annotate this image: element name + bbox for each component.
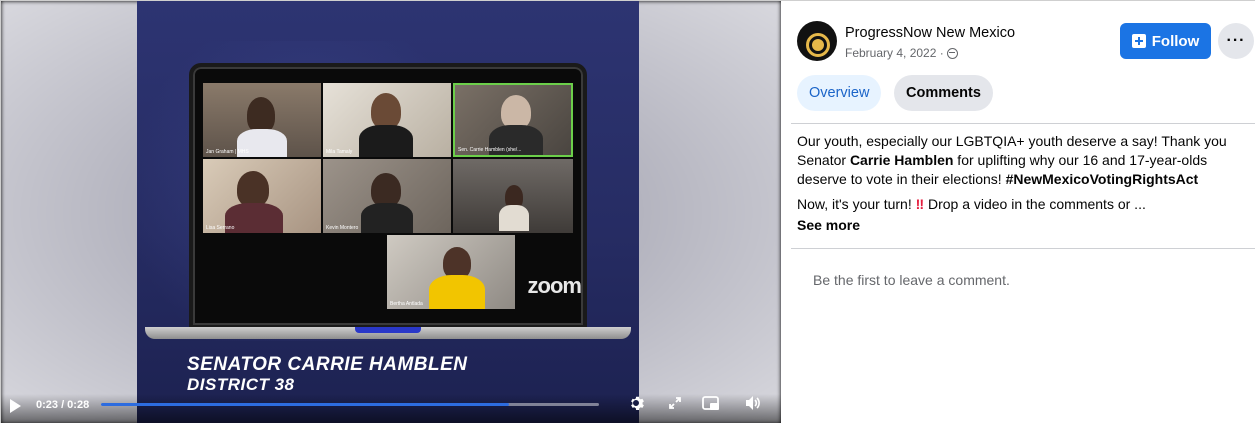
expand-icon[interactable] <box>665 393 685 413</box>
post-text-segment: Now, it's your turn! <box>797 196 916 212</box>
video-time: 0:23 / 0:28 <box>36 399 90 411</box>
participant-tile: Bertha Antlada <box>387 235 515 309</box>
participant-tile <box>453 159 573 233</box>
tab-comments[interactable]: Comments <box>894 75 993 111</box>
participant-tile: Jan Graham | MHS <box>203 83 321 157</box>
follow-label: Follow <box>1151 32 1200 50</box>
double-exclamation-icon: ‼ <box>915 196 925 212</box>
participant-name: Bertha Antlada <box>390 301 423 307</box>
laptop-notch <box>355 327 421 333</box>
post-text-segment: Drop a video in the comments or ... <box>924 196 1146 212</box>
post-paragraph: Our youth, especially our LGBTQIA+ youth… <box>797 132 1247 189</box>
participant-name: Jan Graham | MHS <box>206 149 249 155</box>
divider <box>791 248 1255 249</box>
video-caption: SENATOR CARRIE HAMBLEN DISTRICT 38 <box>187 355 468 395</box>
video-frame: Jan Graham | MHS Mila Tamaly Sen. Carrie… <box>137 1 639 423</box>
hashtag-link[interactable]: #NewMexicoVotingRightsAct <box>1006 171 1199 187</box>
participant-figure <box>247 97 275 133</box>
picture-in-picture-icon[interactable] <box>701 393 721 413</box>
follow-button[interactable]: Follow <box>1120 23 1211 59</box>
participant-name: Kevin Montero <box>326 225 359 231</box>
divider <box>791 123 1255 124</box>
participant-figure <box>361 203 413 233</box>
participant-figure <box>237 171 269 207</box>
volume-icon[interactable] <box>743 393 763 413</box>
participant-tile-active: Sen. Carrie Hamblen (she/... <box>453 83 573 157</box>
video-player[interactable]: Jan Graham | MHS Mila Tamaly Sen. Carrie… <box>1 1 781 423</box>
participant-name: Mila Tamaly <box>326 149 353 155</box>
tab-overview[interactable]: Overview <box>797 75 882 111</box>
mentioned-person[interactable]: Carrie Hamblen <box>850 152 953 168</box>
avatar-logo-center <box>812 39 824 51</box>
see-more-link[interactable]: See more <box>797 216 1247 235</box>
post-panel: ProgressNow New Mexico February 4, 2022 … <box>781 1 1255 423</box>
participant-figure <box>499 205 529 231</box>
add-page-icon <box>1131 34 1146 48</box>
post-text: Our youth, especially our LGBTQIA+ youth… <box>797 132 1247 235</box>
post-paragraph: Now, it's your turn! ‼ Drop a video in t… <box>797 195 1247 214</box>
empty-comments-message: Be the first to leave a comment. <box>813 272 1010 288</box>
laptop-screen: Jan Graham | MHS Mila Tamaly Sen. Carrie… <box>189 63 587 329</box>
participant-tile: Kevin Montero <box>323 159 451 233</box>
participant-figure <box>371 173 401 207</box>
video-progress-fill <box>101 403 510 406</box>
post-date[interactable]: February 4, 2022 · <box>845 46 944 60</box>
participant-figure <box>371 93 401 129</box>
video-controls-bar <box>1 394 781 423</box>
globe-icon <box>946 47 958 59</box>
caption-district: DISTRICT 38 <box>187 375 295 394</box>
participant-name: Lisa Serrano <box>206 225 235 231</box>
participant-name: Sen. Carrie Hamblen (she/... <box>458 147 522 153</box>
zoom-watermark: zoom <box>527 273 582 298</box>
participant-figure <box>429 275 485 309</box>
caption-name: SENATOR CARRIE HAMBLEN <box>187 354 468 375</box>
play-icon[interactable] <box>10 399 21 413</box>
participant-figure <box>359 125 413 157</box>
participant-tile: Mila Tamaly <box>323 83 451 157</box>
participant-figure <box>501 95 531 129</box>
more-options-button[interactable]: ··· <box>1218 23 1254 59</box>
page-name-link[interactable]: ProgressNow New Mexico <box>845 25 1015 41</box>
gear-icon[interactable] <box>626 393 646 413</box>
participant-tile: Lisa Serrano <box>203 159 321 233</box>
post-meta: February 4, 2022 · <box>845 46 958 60</box>
video-progress-bar[interactable] <box>101 403 599 406</box>
avatar[interactable] <box>797 21 837 61</box>
